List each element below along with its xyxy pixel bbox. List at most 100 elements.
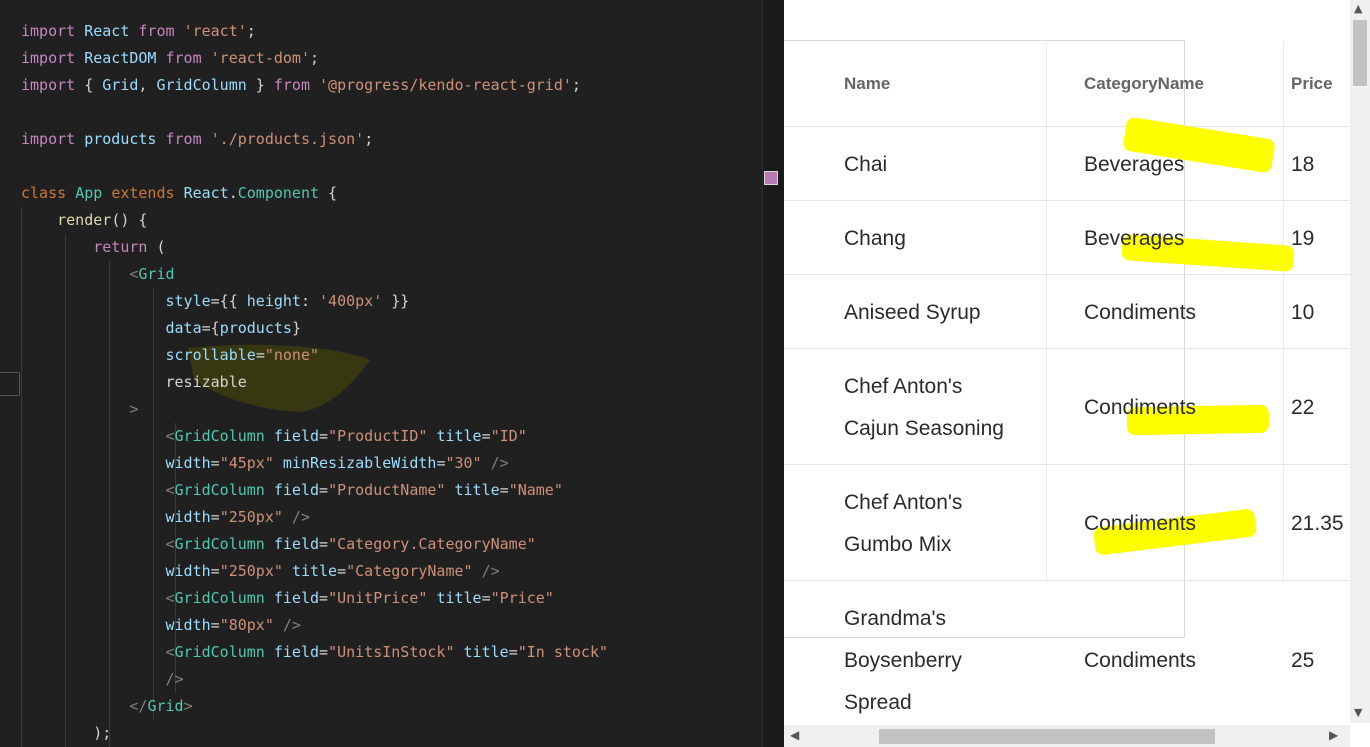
code-token: field	[273, 643, 320, 661]
code-token: '400px'	[319, 292, 383, 310]
code-token: React	[84, 22, 130, 40]
code-token: }}	[382, 292, 410, 310]
header-category[interactable]: CategoryName	[1084, 74, 1204, 94]
code-line: width="45px" minResizableWidth="30" />	[21, 450, 509, 477]
header-price[interactable]: Price	[1291, 74, 1333, 94]
row-divider	[784, 200, 1350, 201]
code-line: data={products}	[21, 315, 301, 342]
cell-category: Condiments	[1084, 649, 1197, 672]
column-divider	[1283, 42, 1284, 582]
code-line: >	[21, 396, 138, 423]
cell-price: 21.35	[1291, 512, 1344, 535]
code-line: import products from './products.json';	[21, 126, 373, 153]
cell-category: Beverages	[1084, 153, 1185, 176]
code-token: width	[165, 616, 211, 634]
splitter-handle-icon[interactable]	[764, 171, 778, 185]
code-line: class App extends React.Component {	[21, 180, 337, 207]
code-token: extends	[111, 184, 175, 202]
code-token: );	[93, 724, 112, 742]
cell-name: Gumbo Mix	[844, 533, 952, 556]
horizontal-scrollbar[interactable]: ◀ ▶	[784, 725, 1350, 747]
vertical-scrollbar[interactable]: ▲ ▼	[1350, 0, 1370, 723]
code-token: title	[463, 643, 509, 661]
code-token: =	[210, 508, 220, 526]
grid-preview: Name CategoryName Price Chai Beverages 1…	[784, 0, 1370, 747]
code-token: ,	[138, 76, 157, 94]
cell-price: 22	[1291, 396, 1315, 419]
code-token: './products.json'	[210, 130, 365, 148]
code-token: render	[57, 211, 112, 229]
code-token: "45px"	[219, 454, 274, 472]
code-token: "ProductName"	[328, 481, 446, 499]
header-name[interactable]: Name	[844, 74, 890, 94]
code-token: import	[21, 22, 76, 40]
code-token: "80px"	[219, 616, 274, 634]
code-token: =	[319, 427, 329, 445]
code-token: =	[210, 454, 220, 472]
scroll-right-icon[interactable]: ▶	[1329, 728, 1338, 742]
code-token: ={	[201, 319, 220, 337]
code-line: import React from 'react';	[21, 18, 256, 45]
code-token: field	[273, 589, 320, 607]
code-token: App	[75, 184, 103, 202]
code-line: <Grid	[21, 261, 174, 288]
code-line: <GridColumn field="Category.CategoryName…	[21, 531, 536, 558]
cell-name: Chef Anton's	[844, 375, 963, 398]
code-token: />	[490, 454, 509, 472]
code-token: <	[165, 643, 175, 661]
scroll-left-icon[interactable]: ◀	[790, 728, 799, 742]
code-token: (	[147, 238, 166, 256]
code-token: <	[165, 589, 175, 607]
column-divider	[1046, 42, 1047, 582]
code-line: <GridColumn field="ProductName" title="N…	[21, 477, 563, 504]
scroll-up-icon[interactable]: ▲	[1354, 2, 1362, 15]
code-line: resizable	[21, 369, 247, 396]
code-token: =	[319, 589, 329, 607]
pane-splitter[interactable]	[762, 0, 785, 747]
code-token: ;	[571, 76, 581, 94]
code-token: height	[246, 292, 301, 310]
scroll-down-icon[interactable]: ▼	[1354, 706, 1362, 719]
horizontal-scroll-thumb[interactable]	[879, 729, 1215, 744]
cell-name: Cajun Seasoning	[844, 417, 1004, 440]
code-editor[interactable]: import React from 'react'; import ReactDO…	[0, 0, 784, 747]
code-token: />	[282, 616, 301, 634]
code-token: <	[165, 535, 175, 553]
code-token: 'react'	[183, 22, 247, 40]
cell-category: Condiments	[1084, 301, 1197, 324]
code-token: "none"	[264, 346, 320, 364]
code-token: style	[165, 292, 211, 310]
code-token: return	[93, 238, 148, 256]
code-token: =	[319, 643, 329, 661]
code-line: <GridColumn field="UnitsInStock" title="…	[21, 639, 609, 666]
code-token: {	[319, 184, 338, 202]
code-token: }	[291, 319, 301, 337]
vertical-scroll-thumb[interactable]	[1353, 20, 1367, 86]
code-token: width	[165, 454, 211, 472]
code-token: products	[219, 319, 292, 337]
code-token: >	[129, 400, 139, 418]
code-token: =	[319, 535, 329, 553]
code-token: width	[165, 508, 211, 526]
code-token: field	[273, 427, 320, 445]
code-token: "Price"	[490, 589, 554, 607]
